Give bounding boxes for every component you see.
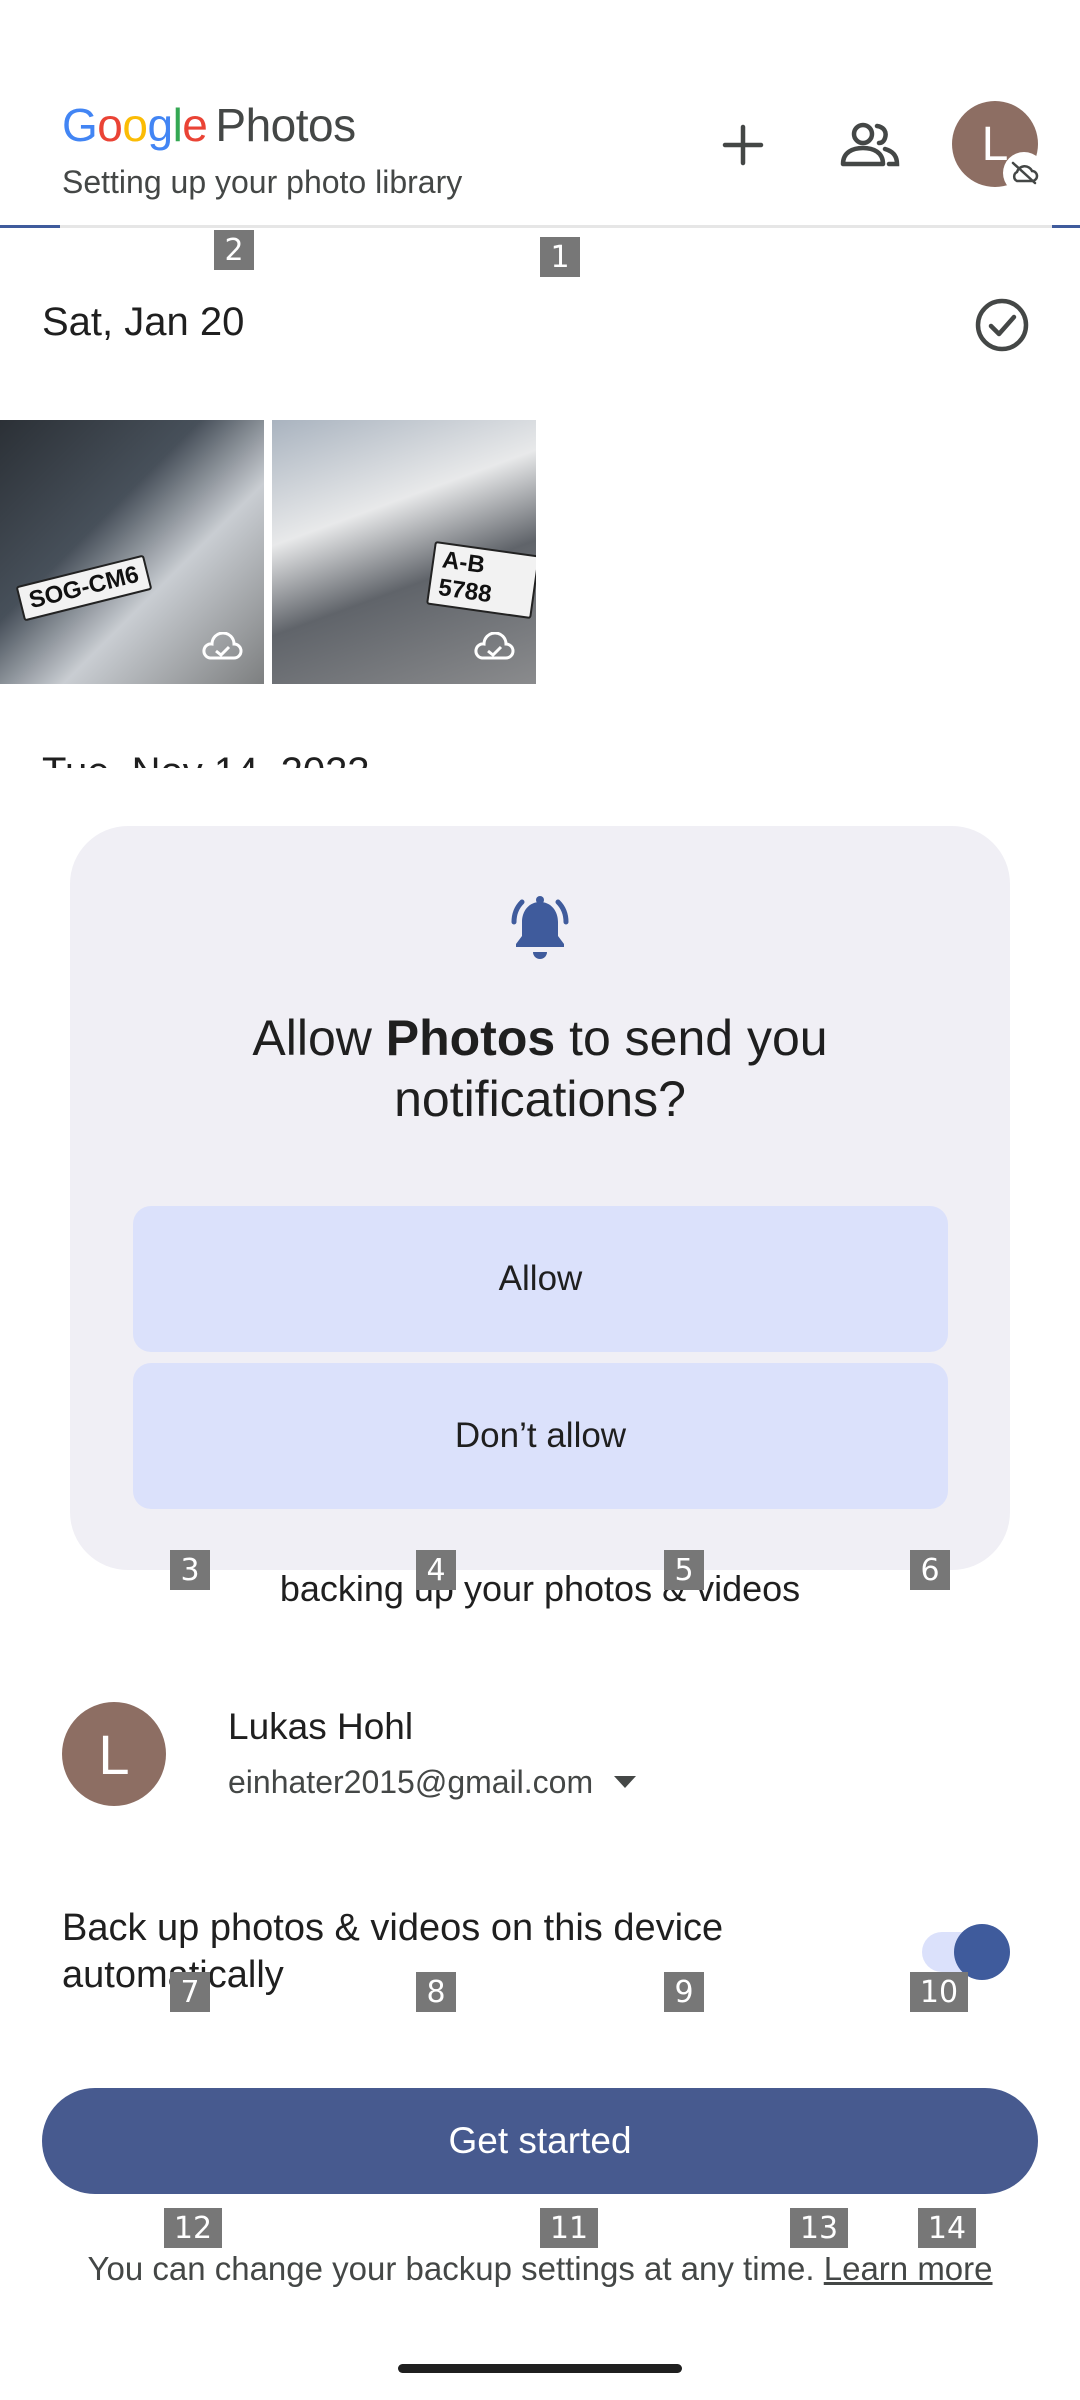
overlay-tag: 7 (170, 1972, 210, 2012)
overlay-tag: 8 (416, 1972, 456, 2012)
dialog-title-text: Allow (252, 1010, 386, 1066)
logo-letter: e (182, 99, 208, 151)
setup-progress-line (0, 225, 1080, 228)
dont-allow-button[interactable]: Don’t allow (133, 1363, 948, 1509)
check-circle-icon (975, 298, 1029, 352)
allow-button[interactable]: Allow (133, 1206, 948, 1352)
logo-letter: o (97, 99, 123, 151)
overlay-tag: 9 (664, 1972, 704, 2012)
overlay-tag: 6 (910, 1550, 950, 1590)
overlay-tag: 13 (790, 2208, 848, 2248)
overlay-tag: 4 (416, 1550, 456, 1590)
overlay-tag: 10 (910, 1972, 968, 2012)
get-started-button[interactable]: Get started (42, 2088, 1038, 2194)
backup-footnote: You can change your backup settings at a… (0, 2250, 1080, 2288)
progress-segment (0, 225, 60, 228)
logo-letter: l (172, 99, 183, 151)
product-name: Photos (215, 99, 356, 151)
select-date-checkbox[interactable] (972, 295, 1032, 355)
overlay-tag: 2 (214, 230, 254, 270)
dialog-app-name: Photos (385, 1010, 556, 1066)
overlay-tag: 11 (540, 2208, 598, 2248)
cloud-off-icon (1003, 152, 1045, 194)
progress-segment (1052, 225, 1080, 228)
logo-letter: o (122, 99, 148, 151)
overlay-tag: 3 (170, 1550, 210, 1590)
people-icon (840, 122, 900, 167)
overlay-tag: 5 (664, 1550, 704, 1590)
account-email[interactable]: einhater2015@gmail.com (228, 1764, 593, 1801)
overlay-tag: 12 (164, 2208, 222, 2248)
bell-icon (511, 896, 569, 959)
cloud-done-icon (202, 632, 243, 660)
license-plate: A-B 5788 (426, 540, 536, 620)
account-name: Lukas Hohl (228, 1706, 414, 1747)
add-button[interactable] (711, 113, 775, 177)
plus-icon (722, 124, 764, 166)
photo-thumbnail[interactable]: SOG-CM6 (0, 420, 264, 684)
date-header: Tue, Nov 14, 2023 (42, 750, 370, 768)
gesture-navigation-bar[interactable] (398, 2364, 682, 2373)
overlay-tag: 1 (540, 237, 580, 277)
sharing-button[interactable] (838, 113, 902, 177)
learn-more-link[interactable]: Learn more (824, 2250, 993, 2287)
license-plate: SOG-CM6 (15, 554, 153, 622)
logo-letter: G (62, 99, 98, 151)
photo-thumbnail[interactable]: A-B 5788 (272, 420, 536, 684)
chevron-down-icon[interactable] (612, 1774, 638, 1790)
account-avatar: L (62, 1702, 166, 1806)
google-photos-logo: Google Photos (62, 98, 356, 152)
cloud-done-icon (474, 632, 515, 660)
overlay-tag: 14 (918, 2208, 976, 2248)
logo-letter: g (147, 99, 173, 151)
setup-status-text: Setting up your photo library (62, 164, 463, 200)
footnote-text: You can change your backup settings at a… (87, 2250, 815, 2287)
dialog-title: Allow Photos to send you notifications? (180, 1008, 900, 1130)
date-header: Sat, Jan 20 (42, 300, 245, 344)
